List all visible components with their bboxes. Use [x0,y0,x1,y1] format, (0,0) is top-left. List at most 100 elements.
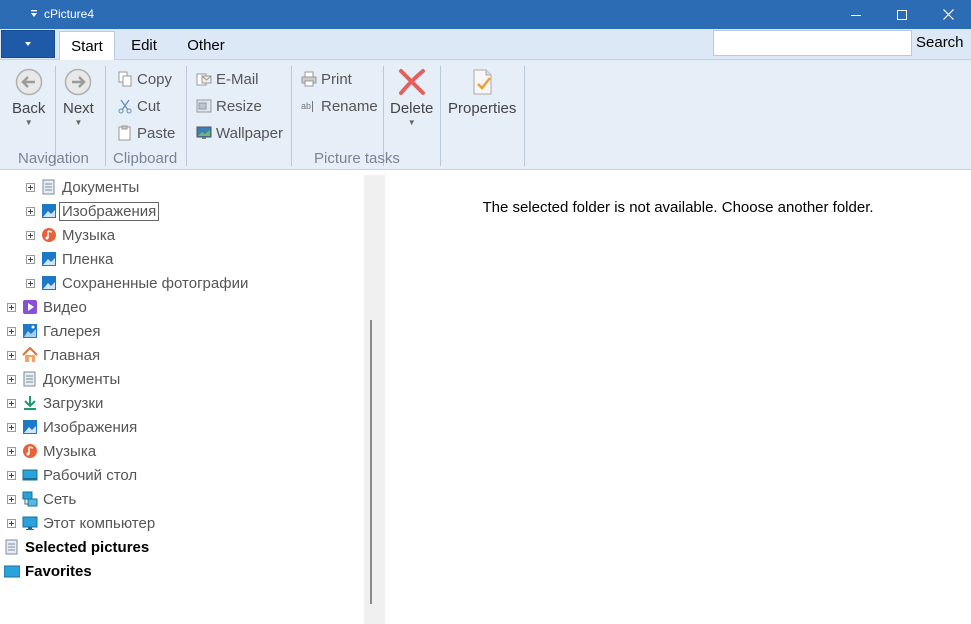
expand-icon[interactable] [26,254,35,264]
tree-item-label: Загрузки [43,394,104,412]
resize-label: Resize [216,97,262,115]
close-icon [942,9,954,20]
tab-edit[interactable]: Edit [121,31,167,60]
video-icon [22,299,38,315]
tree-item-label: Главная [43,346,101,364]
expand-icon[interactable] [7,494,16,504]
tree-item[interactable]: Документы [7,368,120,390]
tree-item-label: Сеть [43,490,77,508]
tree-item-label: Документы [62,178,140,196]
next-arrow-icon [65,68,92,96]
expand-icon[interactable] [7,374,16,384]
tree-item-label: Документы [43,370,121,388]
tree-item[interactable]: Этот компьютер [7,512,155,534]
next-label: Next [63,100,94,117]
printer-icon [301,71,317,87]
print-button[interactable]: Print [301,69,352,89]
copy-icon [117,71,133,87]
minimize-button[interactable] [833,0,879,29]
tree-item[interactable]: Изображения [26,200,160,222]
favorites-item[interactable]: Favorites [4,560,92,582]
delete-x-icon [398,69,425,95]
tree-item-label: Изображения [59,201,160,221]
home-icon [22,347,38,363]
chevron-down-icon: ▼ [74,118,83,127]
tab-start[interactable]: Start [59,31,115,61]
tree-item[interactable]: Музыка [26,224,115,246]
expand-icon[interactable] [7,350,16,360]
tree-item[interactable]: Изображения [7,416,137,438]
desktop-icon [22,467,38,483]
expand-icon[interactable] [7,422,16,432]
folder-tree: Документы Изображения Музыка Пленка Сохр… [0,175,364,624]
tree-item[interactable]: Документы [26,176,139,198]
picture-icon [41,203,57,219]
search-input[interactable] [713,30,912,56]
email-icon [196,71,212,87]
expand-icon[interactable] [26,182,35,192]
expand-icon[interactable] [7,326,16,336]
tab-other[interactable]: Other [176,31,236,60]
cut-label: Cut [137,97,161,115]
expand-icon[interactable] [7,398,16,408]
network-icon [22,491,38,507]
properties-button[interactable]: Properties [448,68,516,117]
expand-icon[interactable] [7,302,16,312]
tree-item-label: Галерея [43,322,101,340]
tree-item[interactable]: Рабочий стол [7,464,137,486]
paste-label: Paste [137,124,176,142]
clipboard-group-label: Clipboard [113,150,178,167]
tree-item-label: Музыка [43,442,97,460]
expand-icon[interactable] [26,230,35,240]
email-button[interactable]: E-Mail [196,69,259,89]
tree-item[interactable]: Сохраненные фотографии [26,272,248,294]
music-icon [41,227,57,243]
expand-icon[interactable] [7,518,16,528]
tree-item[interactable]: Сеть [7,488,76,510]
selected-pictures-item[interactable]: Selected pictures [4,536,149,558]
copy-button[interactable]: Copy [117,69,172,89]
minimize-icon [851,14,861,16]
expand-icon[interactable] [26,206,35,216]
splitter-grip[interactable] [370,320,372,604]
picture-tasks-group-label: Picture tasks [314,150,400,167]
panel-splitter[interactable] [364,175,385,624]
wallpaper-button[interactable]: Wallpaper [196,123,283,143]
cut-button[interactable]: Cut [117,96,160,116]
email-label: E-Mail [216,70,259,88]
favorites-label: Favorites [25,562,92,580]
expand-icon[interactable] [26,278,35,288]
picture-icon [22,419,38,435]
chevron-down-icon: ▼ [24,118,33,127]
expand-icon[interactable] [7,470,16,480]
tree-item-label: Видео [43,298,87,316]
rename-button[interactable]: ab Rename [301,96,378,116]
maximize-button[interactable] [879,0,925,29]
tree-item-label: Этот компьютер [43,514,156,532]
expand-icon[interactable] [7,446,16,456]
tree-item[interactable]: Галерея [7,320,101,342]
tree-item-label: Пленка [62,250,114,268]
folder-unavailable-message: The selected folder is not available. Ch… [482,199,874,216]
back-button[interactable]: Back ▼ [12,68,45,127]
search-button[interactable]: Search [916,34,964,51]
list-icon [4,539,20,555]
tree-item[interactable]: Музыка [7,440,96,462]
tree-item[interactable]: Пленка [26,248,113,270]
tree-item[interactable]: Загрузки [7,392,103,414]
resize-button[interactable]: Resize [196,96,262,116]
properties-icon [473,69,492,95]
resize-icon [196,98,212,114]
ribbon-tab-bar: Start Edit Other Search [0,29,971,61]
close-button[interactable] [925,0,971,29]
rename-icon: ab [301,98,317,114]
delete-button[interactable]: Delete ▼ [390,68,433,127]
paste-button[interactable]: Paste [117,123,175,143]
app-menu-icon[interactable] [30,9,38,19]
wallpaper-icon [196,125,212,141]
next-button[interactable]: Next ▼ [63,68,94,127]
delete-label: Delete [390,100,434,117]
tree-item[interactable]: Главная [7,344,100,366]
tree-item[interactable]: Видео [7,296,87,318]
application-menu-button[interactable] [1,30,55,58]
